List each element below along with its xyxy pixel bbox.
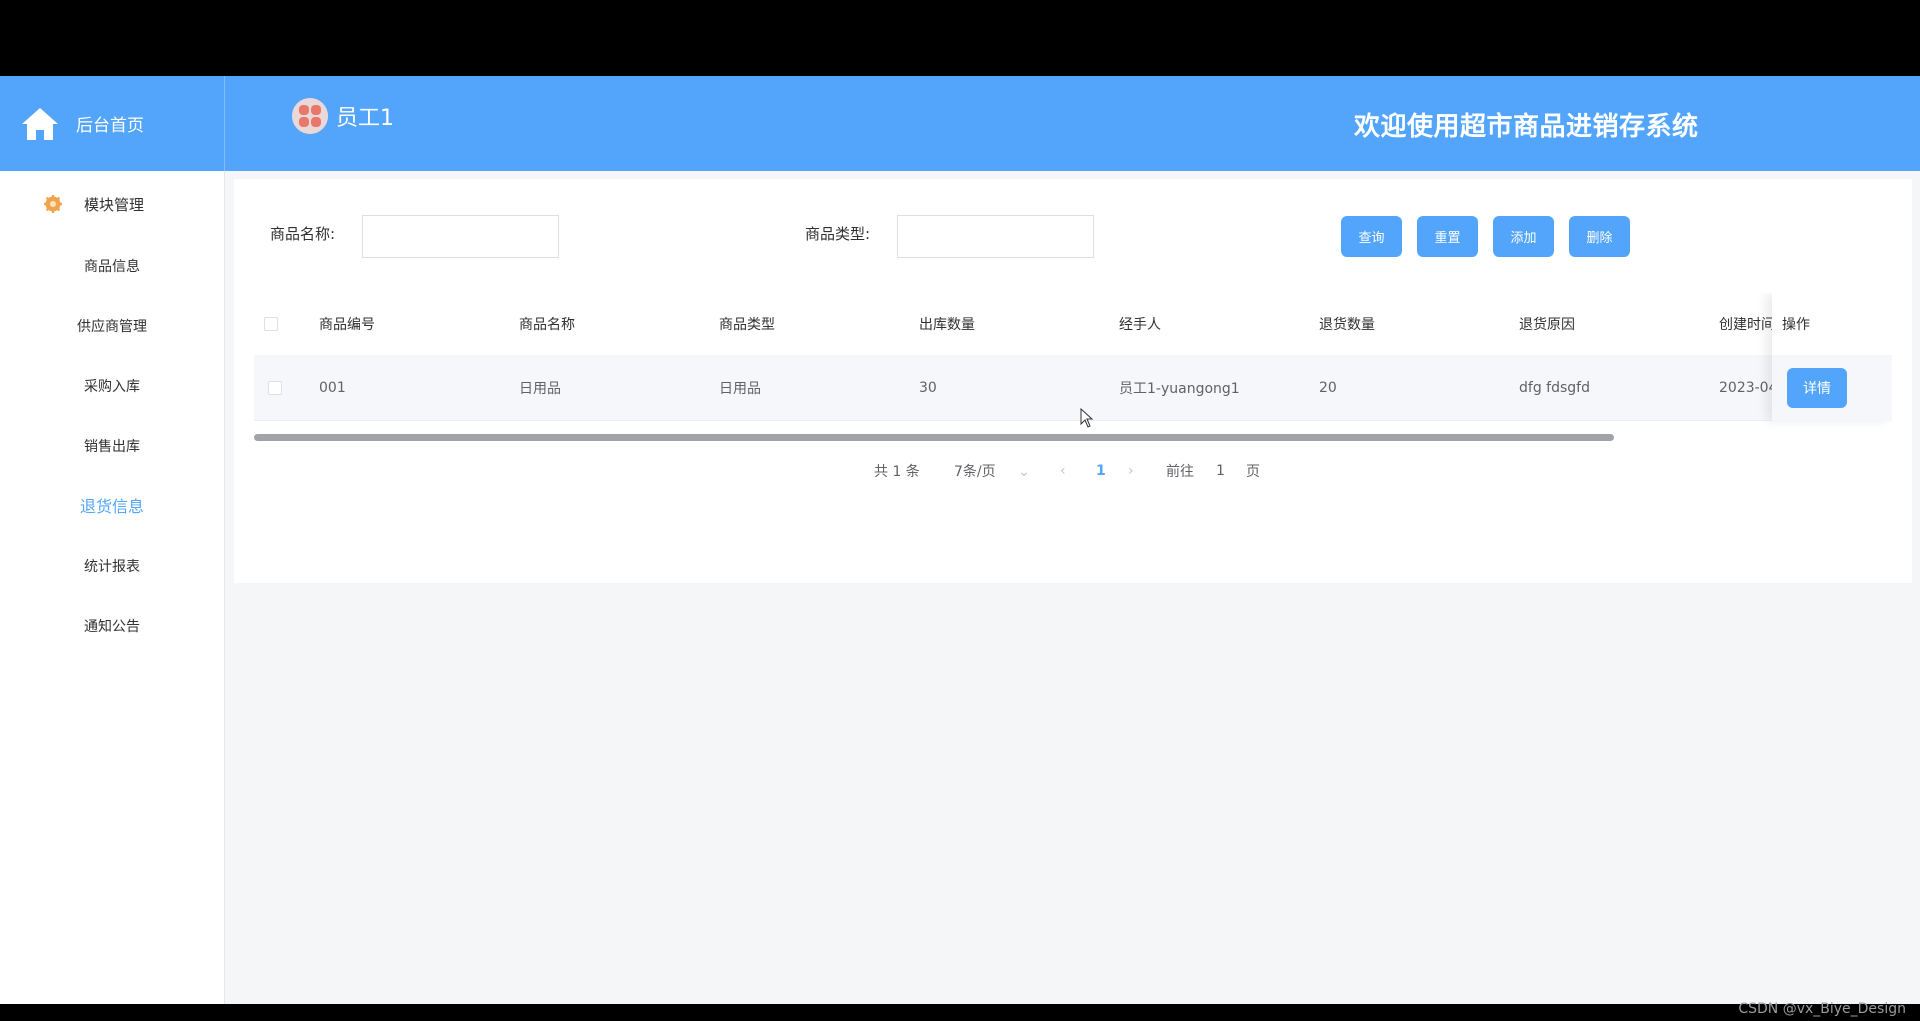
sidebar-item-sales[interactable]: 销售出库 xyxy=(0,417,224,477)
gear-icon xyxy=(44,195,62,213)
sidebar-item-returns[interactable]: 退货信息 xyxy=(0,477,224,537)
col-return-reason: 退货原因 xyxy=(1519,317,1575,333)
prev-page-icon[interactable]: ‹ xyxy=(1060,463,1066,479)
page-size-select[interactable]: 7条/页 ⌄ xyxy=(954,461,1030,481)
cell-created-time: 2023-04 xyxy=(1719,379,1778,396)
cell-return-reason: dfg fdsgfd xyxy=(1519,379,1590,396)
user-info[interactable]: 员工1 xyxy=(292,98,394,134)
avatar xyxy=(292,98,328,134)
table-row[interactable]: 001 日用品 日用品 30 员工1-yuangong1 20 dfg fdsg… xyxy=(254,355,1892,421)
sidebar-group-modules[interactable]: 模块管理 xyxy=(0,171,224,237)
goods-type-label: 商品类型: xyxy=(805,225,871,243)
row-checkbox-cell xyxy=(268,355,282,420)
cell-handler: 员工1-yuangong1 xyxy=(1119,380,1240,397)
actions-cell: 详情 xyxy=(1772,355,1892,421)
goods-name-input[interactable] xyxy=(362,215,559,258)
cell-goods-type: 日用品 xyxy=(719,380,761,397)
home-icon xyxy=(22,107,58,140)
select-all-checkbox-cell xyxy=(264,293,278,355)
pagination-total: 共 1 条 xyxy=(874,464,920,480)
chevron-down-icon: ⌄ xyxy=(1018,464,1030,480)
home-label: 后台首页 xyxy=(76,116,144,136)
top-header: 后台首页 员工1 欢迎使用超市商品进销存系统 xyxy=(0,76,1920,171)
app-window: 后台首页 员工1 欢迎使用超市商品进销存系统 模块管理 商品信息 供应商管理 采… xyxy=(0,76,1920,1004)
home-link[interactable]: 后台首页 xyxy=(0,76,225,171)
col-created-time: 创建时间 xyxy=(1719,317,1775,333)
sidebar-group-label: 模块管理 xyxy=(84,195,145,214)
cell-out-qty: 30 xyxy=(919,379,937,396)
main-panel: 商品名称: 商品类型: 查询 重置 添加 删除 商品编号 商品名称 商品类型 出… xyxy=(234,179,1912,583)
cell-goods-name: 日用品 xyxy=(519,380,561,397)
sidebar-item-purchase[interactable]: 采购入库 xyxy=(0,357,224,417)
sidebar-item-goods[interactable]: 商品信息 xyxy=(0,237,224,297)
row-checkbox[interactable] xyxy=(268,380,282,395)
col-return-qty: 退货数量 xyxy=(1319,317,1375,333)
horizontal-scrollbar[interactable] xyxy=(254,434,1614,441)
sidebar: 模块管理 商品信息 供应商管理 采购入库 销售出库 退货信息 统计报表 通知公告 xyxy=(0,171,225,1004)
avatar-icon xyxy=(292,98,328,134)
col-goods-code: 商品编号 xyxy=(319,317,375,333)
sidebar-item-reports[interactable]: 统计报表 xyxy=(0,537,224,597)
col-actions: 操作 xyxy=(1782,317,1810,333)
cell-goods-code: 001 xyxy=(319,379,346,396)
next-page-icon[interactable]: › xyxy=(1128,463,1134,479)
table-header: 商品编号 商品名称 商品类型 出库数量 经手人 退货数量 退货原因 创建时间 xyxy=(254,293,1892,355)
cell-return-qty: 20 xyxy=(1319,379,1337,396)
page-size-value: 7条/页 xyxy=(954,464,996,480)
sidebar-item-suppliers[interactable]: 供应商管理 xyxy=(0,297,224,357)
col-handler: 经手人 xyxy=(1119,317,1161,333)
goto-page-input[interactable]: 1 xyxy=(1216,463,1225,479)
goto-suffix: 页 xyxy=(1246,464,1260,480)
mouse-cursor-icon xyxy=(1080,408,1094,428)
actions-column: 操作 详情 xyxy=(1772,293,1892,421)
col-goods-name: 商品名称 xyxy=(519,317,575,333)
select-all-checkbox[interactable] xyxy=(264,317,278,331)
returns-table: 商品编号 商品名称 商品类型 出库数量 经手人 退货数量 退货原因 创建时间 0… xyxy=(254,293,1892,443)
col-out-qty: 出库数量 xyxy=(919,317,975,333)
add-button[interactable]: 添加 xyxy=(1493,216,1554,257)
detail-button[interactable]: 详情 xyxy=(1787,368,1847,408)
current-page[interactable]: 1 xyxy=(1096,463,1106,479)
welcome-title: 欢迎使用超市商品进销存系统 xyxy=(1354,112,1699,142)
reset-button[interactable]: 重置 xyxy=(1417,216,1478,257)
delete-button[interactable]: 删除 xyxy=(1569,216,1630,257)
sidebar-item-notices[interactable]: 通知公告 xyxy=(0,597,224,657)
watermark: CSDN @vx_Biye_Design xyxy=(1738,1001,1906,1017)
goods-type-input[interactable] xyxy=(897,215,1094,258)
query-button[interactable]: 查询 xyxy=(1341,216,1402,257)
user-name: 员工1 xyxy=(336,106,394,131)
goods-name-label: 商品名称: xyxy=(270,225,336,243)
col-goods-type: 商品类型 xyxy=(719,317,775,333)
goto-prefix: 前往 xyxy=(1166,464,1194,480)
